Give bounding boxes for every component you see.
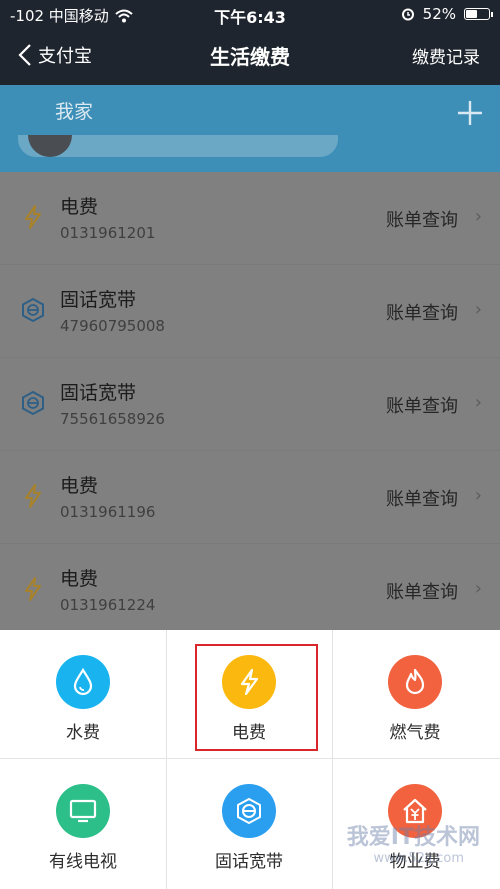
navigation-bar: 支付宝 生活缴费 缴费记录 [0, 28, 500, 85]
bill-list: 电费 0131961201 账单查询 › 固话宽带 47960795008 账单… [0, 172, 500, 637]
broadband-icon [22, 390, 44, 416]
add-group-button[interactable] [456, 99, 484, 132]
watermark-title: 我爱IT技术网 [346, 825, 480, 850]
lightning-icon [25, 205, 41, 229]
bill-account: 0131961196 [60, 503, 156, 521]
service-label: 水费 [66, 723, 100, 743]
water-drop-icon [56, 655, 110, 709]
bill-name: 电费 [60, 475, 99, 497]
bill-account: 75561658926 [60, 410, 165, 428]
service-label: 燃气费 [389, 723, 441, 743]
bill-query-link[interactable]: 账单查询 [386, 578, 458, 604]
service-label: 有线电视 [49, 852, 117, 872]
bill-account: 47960795008 [60, 317, 165, 335]
status-bar: -102 中国移动 下午6:43 52% [0, 0, 500, 28]
bill-query-link[interactable]: 账单查询 [386, 392, 458, 418]
battery-percent: 52% [422, 5, 456, 23]
broadband-icon [222, 784, 276, 838]
service-water[interactable]: 水费 [0, 630, 166, 759]
broadband-icon [22, 297, 44, 323]
payment-history-button[interactable]: 缴费记录 [412, 43, 480, 68]
service-cable-tv[interactable]: 有线电视 [0, 759, 166, 888]
chevron-right-icon: › [474, 299, 482, 320]
watermark: 我爱IT技术网 www.52ij.com [284, 811, 484, 881]
bill-name: 固话宽带 [60, 382, 137, 404]
list-item[interactable]: 电费 0131961196 账单查询 › [0, 451, 500, 544]
list-item[interactable]: 电费 0131961201 账单查询 › [0, 172, 500, 265]
alarm-icon [401, 8, 414, 21]
top-bar: -102 中国移动 下午6:43 52% 支付宝 生活缴费 缴费记录 [0, 0, 500, 85]
tab-home[interactable]: 我家 [28, 97, 120, 124]
bill-name: 电费 [60, 568, 99, 590]
bill-query-link[interactable]: 账单查询 [386, 485, 458, 511]
highlight-box [195, 644, 318, 751]
chevron-right-icon: › [474, 485, 482, 506]
bill-account: 0131961224 [60, 596, 156, 614]
service-gas[interactable]: 燃气费 [332, 630, 498, 759]
tv-icon [56, 784, 110, 838]
bill-query-link[interactable]: 账单查询 [386, 206, 458, 232]
chevron-right-icon: › [474, 392, 482, 413]
watermark-url: www.52ij.com [373, 851, 465, 866]
plus-icon [458, 101, 482, 125]
bill-name: 固话宽带 [60, 289, 137, 311]
list-item[interactable]: 固话宽带 75561658926 账单查询 › [0, 358, 500, 451]
bill-query-link[interactable]: 账单查询 [386, 299, 458, 325]
group-header: 我家 [0, 85, 500, 172]
list-item[interactable]: 电费 0131961224 账单查询 › [0, 544, 500, 637]
bill-name: 电费 [60, 196, 99, 218]
lightning-icon [25, 577, 41, 601]
lightning-icon [25, 484, 41, 508]
chevron-right-icon: › [474, 206, 482, 227]
chevron-right-icon: › [474, 578, 482, 599]
list-item[interactable]: 固话宽带 47960795008 账单查询 › [0, 265, 500, 358]
flame-icon [388, 655, 442, 709]
bill-account: 0131961201 [60, 224, 156, 242]
battery-icon [464, 8, 493, 20]
